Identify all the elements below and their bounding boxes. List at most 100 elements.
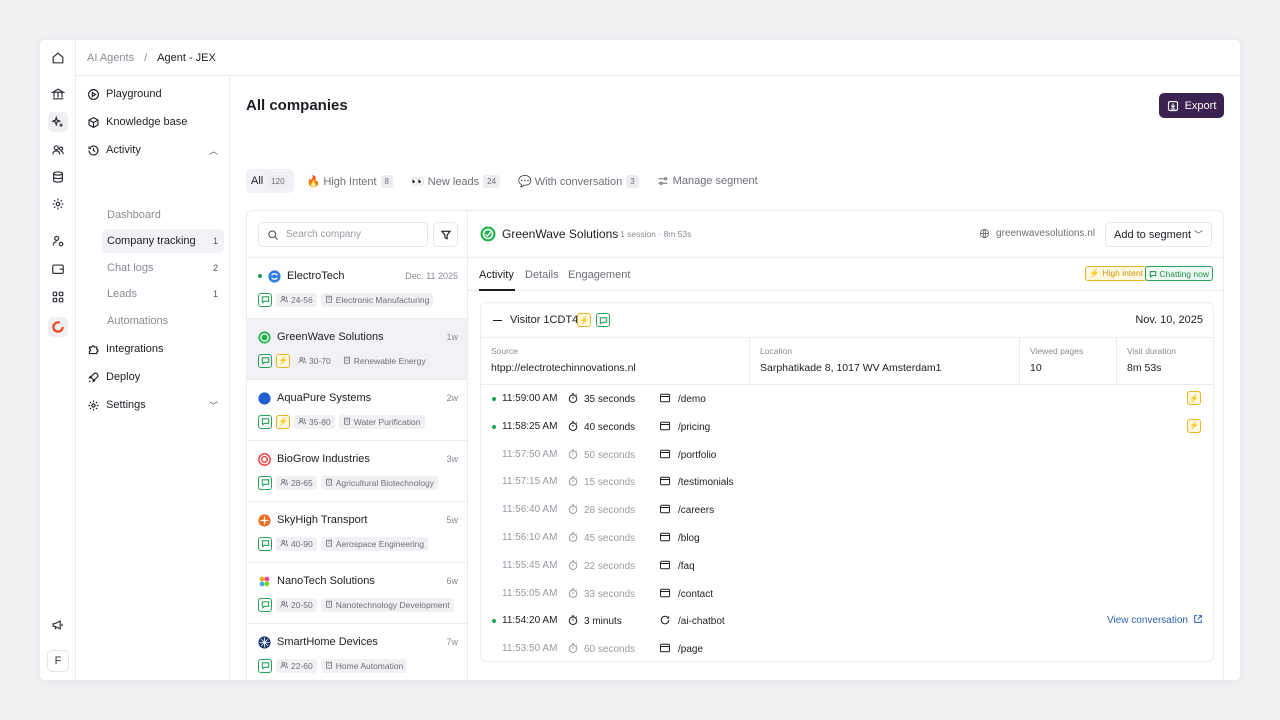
- database-icon[interactable]: [48, 167, 68, 187]
- grid-icon[interactable]: [48, 287, 68, 307]
- company-size-chip: 35-80: [294, 414, 335, 429]
- sidebar-item-leads[interactable]: Leads 1: [102, 282, 224, 306]
- icon-rail: F: [40, 40, 76, 680]
- chat-icon: [1150, 270, 1157, 278]
- company-size-chip: 28-65: [276, 475, 317, 490]
- viewed-pages-label: Viewed pages: [1030, 346, 1084, 356]
- company-name: BioGrow Industries: [277, 453, 370, 465]
- add-to-segment-dropdown[interactable]: Add to segment ﹀: [1105, 222, 1212, 247]
- greenwave-logo-icon: [480, 226, 496, 242]
- count-badge: 120: [267, 174, 289, 188]
- last-seen: Dec. 11 2025: [405, 271, 458, 281]
- count-badge: 1: [212, 236, 218, 246]
- duration-label: 35 seconds: [584, 394, 636, 405]
- sidebar-item-label: Deploy: [106, 371, 141, 383]
- location-label: Location: [760, 346, 793, 356]
- company-tags: 20-50 Nanotechnology Development: [258, 597, 454, 612]
- browser-window-icon: [659, 559, 671, 574]
- sidebar-item-dashboard[interactable]: Dashboard: [102, 203, 224, 227]
- people-icon: [280, 295, 288, 305]
- manage-segment-button[interactable]: Manage segment: [652, 169, 763, 193]
- breadcrumb-parent[interactable]: AI Agents: [87, 52, 134, 64]
- company-row[interactable]: BioGrow Industries 3w 28-65 Agricultural Bi…: [247, 441, 467, 502]
- collapse-icon[interactable]: [493, 320, 502, 321]
- visitor-header[interactable]: Visitor 1CDT4 ⚡ Nov. 10, 2025: [481, 303, 1213, 338]
- segment-new-leads[interactable]: 👀 New leads 24: [406, 169, 505, 193]
- company-row[interactable]: AquaPure Systems 2w ⚡ 35-80 Water Purificati…: [247, 380, 467, 441]
- event-duration: 50 seconds: [567, 448, 635, 463]
- sidebar-item-label: Integrations: [106, 343, 164, 355]
- company-row[interactable]: GreenWave Solutions 1w ⚡ 30-70 Renewable Ene…: [247, 319, 467, 380]
- sidebar-item-knowledge-base[interactable]: Knowledge base: [86, 111, 224, 133]
- sidebar-item-activity[interactable]: Activity ︿: [86, 139, 224, 161]
- event-duration: 3 minuts: [567, 614, 622, 629]
- company-name: AquaPure Systems: [277, 392, 372, 404]
- website-link[interactable]: greenwavesolutions.nl: [979, 228, 1095, 239]
- wallet-icon[interactable]: [48, 259, 68, 279]
- tab-activity[interactable]: Activity: [479, 269, 514, 281]
- search-icon: [268, 229, 278, 240]
- tab-details[interactable]: Details: [525, 269, 559, 281]
- sparkle-agent-icon[interactable]: [48, 112, 68, 132]
- tab-engagement[interactable]: Engagement: [568, 269, 630, 281]
- chip-label: Aerospace Engineering: [335, 538, 425, 549]
- people-icon: [280, 539, 288, 549]
- company-logo-icon: [258, 452, 271, 466]
- sidebar-item-integrations[interactable]: Integrations: [86, 338, 224, 360]
- event-page: /testimonials: [659, 475, 734, 490]
- sidebar-item-settings[interactable]: Settings ﹀: [86, 394, 224, 416]
- visitor-info: Source htpp://electrotechinnovations.nl …: [481, 338, 1213, 385]
- timer-icon: [567, 614, 579, 629]
- search-input[interactable]: [286, 229, 416, 240]
- users-icon[interactable]: [48, 140, 68, 160]
- company-row-header: SkyHigh Transport 5w: [258, 512, 458, 528]
- company-logo-icon: [258, 330, 271, 344]
- box-icon: [86, 115, 100, 129]
- browser-window-icon: [659, 503, 671, 518]
- segment-high-intent[interactable]: 🔥 High Intent 8: [302, 169, 398, 193]
- filter-button[interactable]: [433, 222, 458, 247]
- bank-icon[interactable]: [48, 84, 68, 104]
- event-duration: 60 seconds: [567, 642, 635, 657]
- company-tags: 22-60 Home Automation: [258, 658, 408, 673]
- people-icon: [298, 356, 306, 366]
- company-row[interactable]: SkyHigh Transport 5w 40-90 Aerospace Engine…: [247, 502, 467, 563]
- link-label: View conversation: [1107, 615, 1188, 627]
- timer-icon: [567, 448, 579, 463]
- app-window: F AI Agents / Agent - JEX Playground Kno…: [40, 40, 1240, 680]
- sidebar-item-automations[interactable]: Automations: [102, 309, 224, 333]
- sidebar-item-company-tracking[interactable]: Company tracking 1: [102, 229, 224, 253]
- sidebar-item-label: Leads: [107, 288, 137, 300]
- avatar[interactable]: F: [47, 650, 69, 672]
- sidebar-item-deploy[interactable]: Deploy: [86, 366, 224, 388]
- view-conversation-link[interactable]: View conversation: [1107, 614, 1203, 627]
- brand-logo-icon[interactable]: [48, 317, 68, 337]
- person-settings-icon[interactable]: [48, 231, 68, 251]
- gear-icon[interactable]: [48, 194, 68, 214]
- chatting-now-badge: Chatting now: [1145, 266, 1213, 281]
- active-dot: [492, 619, 496, 624]
- chip-label: 40-90: [291, 538, 313, 549]
- event-page: /pricing: [659, 420, 710, 435]
- breadcrumb: AI Agents / Agent - JEX: [76, 40, 1240, 76]
- company-row[interactable]: NanoTech Solutions 6w 20-50 Nanotechnology …: [247, 563, 467, 624]
- company-tags: 28-65 Agricultural Biotechnology: [258, 475, 439, 490]
- active-dot: [492, 424, 496, 429]
- chevron-up-icon: ︿: [208, 145, 218, 156]
- sidebar-item-label: Knowledge base: [106, 116, 188, 128]
- home-icon[interactable]: [48, 48, 68, 68]
- sidebar-item-label: Dashboard: [107, 209, 161, 221]
- chat-icon: [258, 597, 272, 612]
- company-row[interactable]: SmartHome Devices 7w 22-60 Home Automation: [247, 624, 467, 680]
- export-button[interactable]: Export: [1159, 93, 1224, 118]
- industry-chip: Home Automation: [320, 658, 408, 673]
- megaphone-icon[interactable]: [48, 615, 68, 635]
- sidebar-item-chat-logs[interactable]: Chat logs 2: [102, 256, 224, 280]
- event-duration: 45 seconds: [567, 531, 635, 546]
- segment-all[interactable]: All 120: [246, 169, 294, 193]
- company-row[interactable]: ElectroTech Dec. 11 2025 24-56 Electronic M…: [247, 258, 467, 319]
- segment-with-conversation[interactable]: 💬 With conversation 3: [513, 169, 644, 193]
- dropdown-label: Add to segment: [1114, 228, 1192, 241]
- sidebar-item-playground[interactable]: Playground: [86, 83, 224, 105]
- chat-icon: [258, 414, 272, 429]
